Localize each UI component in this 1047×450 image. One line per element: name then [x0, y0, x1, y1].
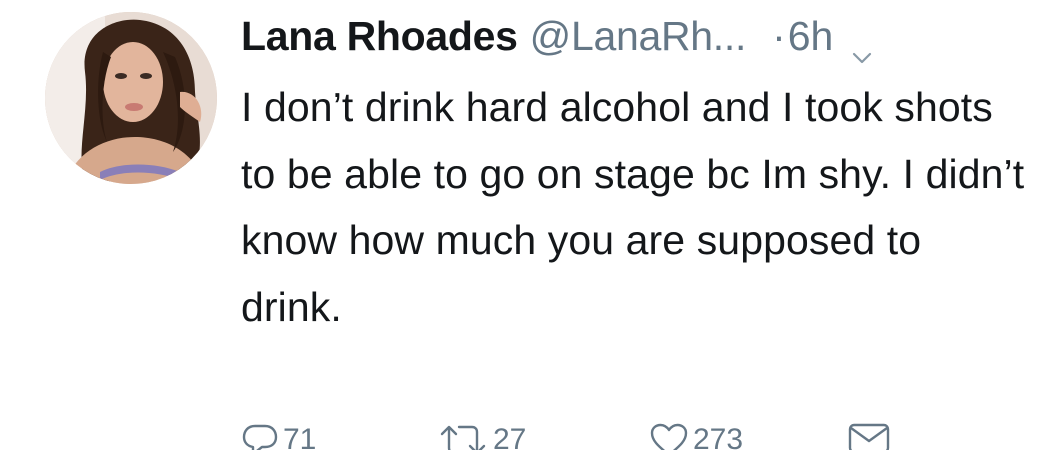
profile-photo [45, 12, 217, 184]
author-name[interactable]: Lana Rhoades [241, 8, 518, 64]
heart-icon [650, 423, 688, 450]
envelope-icon [848, 423, 890, 450]
timestamp[interactable]: 6h [788, 8, 834, 64]
direct-message-button[interactable] [847, 420, 891, 450]
tweet-text: I don’t drink hard alcohol and I took sh… [241, 84, 1025, 330]
reply-button[interactable]: 71 [241, 420, 316, 450]
retweet-button[interactable]: 27 [437, 420, 526, 450]
retweet-count: 27 [493, 423, 527, 450]
author-handle[interactable]: @LanaRh... [530, 8, 747, 64]
avatar[interactable] [45, 12, 217, 184]
action-bar: 71 27 273 [241, 420, 901, 450]
separator-dot: · [772, 13, 786, 59]
like-count: 273 [693, 423, 744, 450]
tweet[interactable]: Lana Rhoades @LanaRh... · 6h I don’t dri… [0, 0, 1047, 450]
reply-count: 71 [283, 423, 317, 450]
reply-icon [242, 424, 278, 450]
tweet-header: Lana Rhoades @LanaRh... · 6h [241, 8, 873, 64]
chevron-down-icon[interactable] [851, 27, 873, 64]
like-button[interactable]: 273 [649, 420, 743, 450]
retweet-icon [440, 425, 486, 450]
